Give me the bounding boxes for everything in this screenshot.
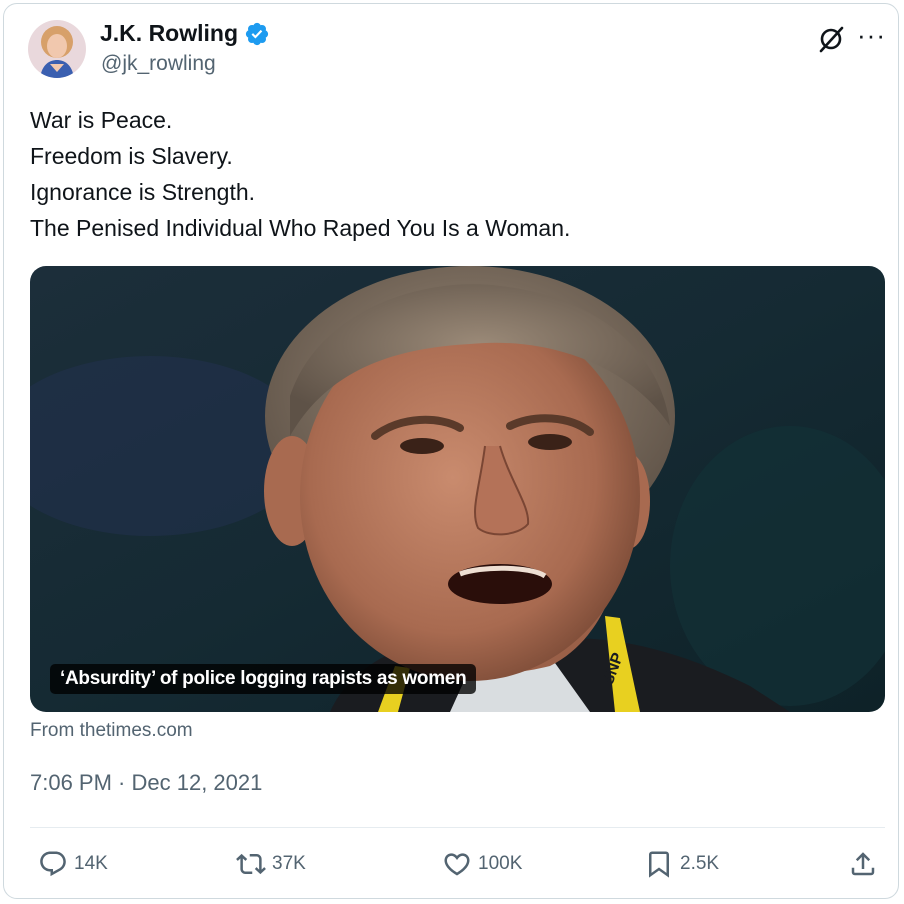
grok-icon[interactable]: [816, 24, 846, 54]
tweet-card: J.K. Rowling @jk_rowling ··· War is Peac…: [3, 3, 899, 899]
link-source[interactable]: From thetimes.com: [30, 720, 193, 742]
tweet-line: The Penised Individual Who Raped You Is …: [30, 215, 571, 241]
reply-count: 14K: [74, 853, 108, 874]
bookmark-button[interactable]: 2.5K: [644, 842, 719, 886]
author-name[interactable]: J.K. Rowling: [100, 20, 270, 47]
tweet-line: Ignorance is Strength.: [30, 179, 256, 205]
media-caption: ‘Absurdity’ of police logging rapists as…: [50, 664, 477, 694]
like-count: 100K: [478, 853, 523, 874]
tweet-line: War is Peace.: [30, 107, 173, 133]
reply-icon: [40, 851, 66, 877]
verified-badge-icon: [244, 21, 270, 47]
action-bar: 14K 37K 100K 2.5K: [30, 842, 885, 886]
bookmark-icon: [649, 851, 669, 878]
author-name-text: J.K. Rowling: [100, 20, 238, 46]
repost-button[interactable]: 37K: [236, 842, 306, 886]
divider: [30, 827, 885, 828]
author-handle[interactable]: @jk_rowling: [101, 52, 216, 76]
bookmark-count: 2.5K: [680, 853, 720, 874]
share-button[interactable]: [848, 842, 878, 886]
more-icon[interactable]: ···: [857, 22, 886, 48]
share-icon: [851, 852, 875, 876]
repost-count: 37K: [272, 853, 306, 874]
tweet-text: War is Peace. Freedom is Slavery. Ignora…: [30, 102, 570, 246]
reply-button[interactable]: 14K: [38, 842, 108, 886]
media-image[interactable]: SNP ‘Absurdity’ of police logging rapist…: [30, 266, 885, 712]
like-icon: [444, 853, 470, 876]
like-button[interactable]: 100K: [442, 842, 522, 886]
tweet-timestamp[interactable]: 7:06 PM · Dec 12, 2021: [30, 770, 262, 796]
repost-icon: [236, 853, 266, 875]
avatar[interactable]: [28, 20, 86, 78]
tweet-line: Freedom is Slavery.: [30, 143, 233, 169]
